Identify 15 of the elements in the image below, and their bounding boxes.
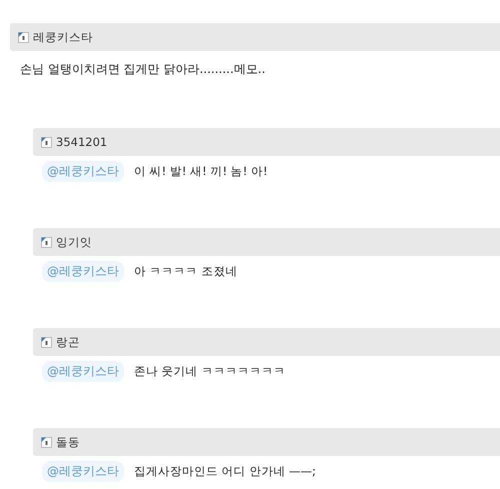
profile-icon <box>41 136 52 148</box>
profile-icon <box>41 236 52 248</box>
profile-icon <box>41 436 52 448</box>
profile-icon <box>18 32 29 42</box>
comment-text: 손님 얼탱이치려면 집게만 닭아라.........메모.. <box>19 61 266 78</box>
reply-text: 이 씨! 발! 새! 끼! 놈! 아! <box>134 163 268 179</box>
author-name[interactable]: 랑곤 <box>56 334 80 350</box>
reply-text: 아 ㅋㅋㅋㅋ 조졌네 <box>134 263 238 279</box>
reply-text: 존나 웃기네 ㅋㅋㅋㅋㅋㅋㅋ <box>134 363 286 379</box>
author-name[interactable]: 레쿵키스타 <box>33 30 93 44</box>
author-name[interactable]: 돌동 <box>56 434 80 450</box>
profile-icon <box>41 336 52 348</box>
author-name[interactable]: 잉기잇 <box>56 234 92 250</box>
reply-text: 집게사장마인드 어디 안가네 ——; <box>134 463 316 479</box>
author-name[interactable]: 3541201 <box>56 135 108 149</box>
